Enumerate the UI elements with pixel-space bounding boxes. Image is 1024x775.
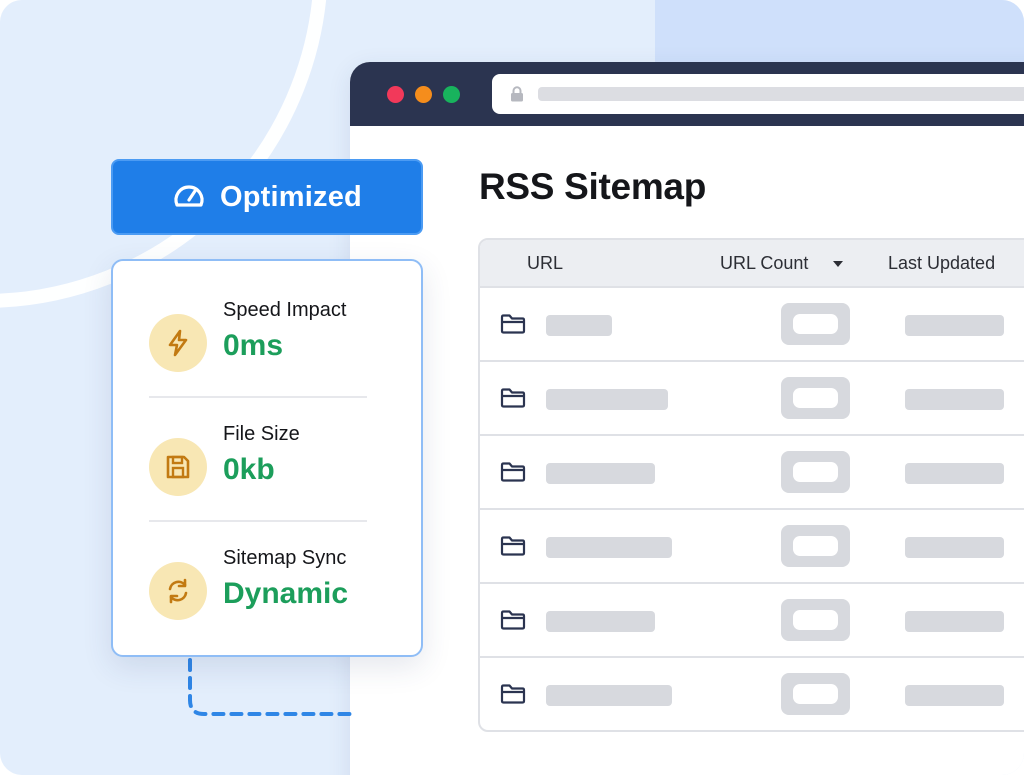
metric-label: Speed Impact (223, 299, 347, 321)
floppy-disk-icon (149, 438, 207, 496)
badge-label: Optimized (220, 180, 362, 213)
metric-label: File Size (223, 423, 300, 445)
metrics-card: Speed Impact 0ms File Size 0kb Sitemap S… (111, 259, 423, 657)
metric-file-size: File Size 0kb (149, 423, 389, 523)
metric-sitemap-sync: Sitemap Sync Dynamic (149, 547, 389, 647)
sync-arrows-icon (149, 562, 207, 620)
metric-divider (149, 396, 367, 398)
metric-value: Dynamic (223, 577, 349, 610)
optimized-badge: Optimized (111, 159, 423, 235)
metric-value: 0kb (223, 453, 275, 486)
metric-speed-impact: Speed Impact 0ms (149, 299, 389, 399)
metric-divider (149, 520, 367, 522)
speedometer-icon (172, 180, 206, 215)
lightning-bolt-icon (149, 314, 207, 372)
hero-illustration: RSS Sitemap URL URL Count Last Updated O… (0, 0, 1024, 775)
metric-label: Sitemap Sync (223, 547, 347, 569)
metric-value: 0ms (223, 329, 284, 362)
